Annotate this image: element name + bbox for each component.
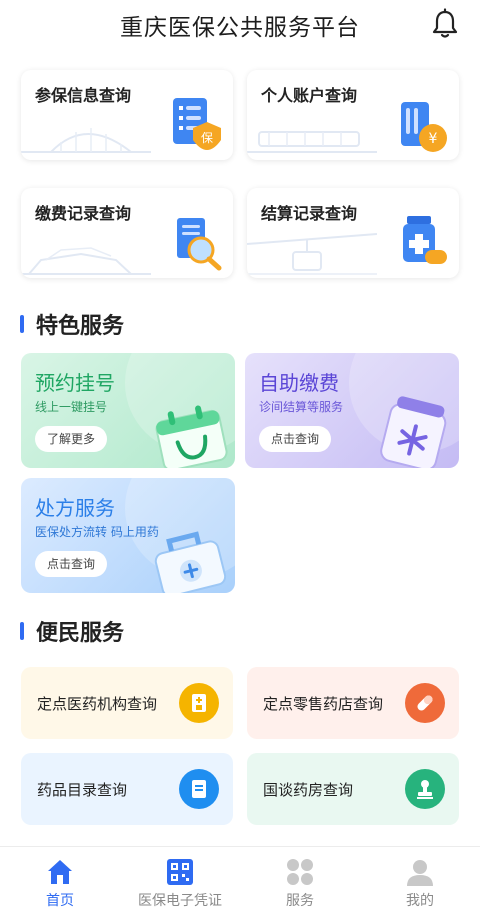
nav-label: 医保电子凭证 [138, 893, 222, 909]
medicine-bottle-icon [403, 216, 447, 264]
bell-icon[interactable] [432, 8, 458, 40]
section-accent-bar [20, 315, 24, 333]
card-title: 处方服务 [35, 496, 115, 520]
card-subtitle: 诊间结算等服务 [259, 400, 344, 414]
nav-home[interactable]: 首页 [0, 857, 120, 910]
qr-code-icon [167, 859, 193, 885]
self-payment-card[interactable]: 自助缴费 诊间结算等服务 点击查询 [245, 353, 459, 468]
medical-institution-query-card[interactable]: 定点医药机构查询 [21, 667, 233, 739]
insured-info-icon: 保 [173, 98, 221, 150]
calendar-stethoscope-icon [155, 405, 228, 468]
payment-record-search-icon [177, 218, 222, 271]
cablecar-decoration [247, 233, 377, 275]
settlement-record-query-card[interactable]: 结算记录查询 [247, 188, 459, 278]
bottom-nav: 首页 医保电子凭证 服务 我的 [0, 846, 480, 921]
catalog-list-icon [179, 769, 219, 809]
card-title: 自助缴费 [259, 371, 339, 395]
card-label: 个人账户查询 [261, 86, 358, 105]
stamp-icon [405, 769, 445, 809]
page-title: 重庆医保公共服务平台 [120, 15, 360, 41]
home-icon [48, 860, 72, 884]
card-subtitle: 线上一键挂号 [35, 400, 108, 414]
card-label: 定点零售药店查询 [263, 695, 384, 713]
nav-e-voucher[interactable]: 医保电子凭证 [120, 857, 240, 910]
drug-catalog-query-card[interactable]: 药品目录查询 [21, 753, 233, 825]
personal-account-query-card[interactable]: 个人账户查询 ¥ [247, 70, 459, 160]
negotiated-pharmacy-query-card[interactable]: 国谈药房查询 [247, 753, 459, 825]
featured-section-title: 特色服务 [36, 314, 125, 339]
header: 重庆医保公共服务平台 [0, 0, 480, 50]
pharmacy-institution-icon [179, 683, 219, 723]
nav-label: 服务 [286, 893, 314, 909]
insured-info-query-card[interactable]: 参保信息查询 保 [21, 70, 233, 160]
profile-icon [407, 860, 433, 886]
svg-text:¥: ¥ [429, 131, 438, 147]
pill-icon [405, 683, 445, 723]
card-label: 结算记录查询 [261, 204, 358, 223]
card-title: 预约挂号 [35, 371, 115, 395]
svg-text:保: 保 [201, 131, 213, 145]
prescription-card[interactable]: 处方服务 医保处方流转 码上用药 点击查询 [21, 478, 235, 593]
nav-label: 首页 [46, 893, 74, 909]
card-label: 药品目录查询 [37, 781, 128, 799]
retail-pharmacy-query-card[interactable]: 定点零售药店查询 [247, 667, 459, 739]
payment-jar-icon [380, 396, 447, 468]
nav-services[interactable]: 服务 [240, 857, 360, 910]
medical-kit-icon [154, 531, 227, 593]
services-grid-icon [287, 859, 313, 885]
appointment-card[interactable]: 预约挂号 线上一键挂号 了解更多 [21, 353, 235, 468]
card-label: 国谈药房查询 [263, 781, 354, 799]
query-button[interactable]: 点击查询 [259, 426, 332, 452]
train-decoration [247, 131, 377, 153]
card-label: 缴费记录查询 [35, 204, 132, 223]
query-button[interactable]: 点击查询 [35, 551, 108, 577]
card-label: 定点医药机构查询 [37, 695, 158, 713]
account-card-icon: ¥ [401, 102, 447, 152]
buildings-decoration [21, 247, 151, 275]
card-label: 参保信息查询 [35, 86, 132, 105]
payment-record-query-card[interactable]: 缴费记录查询 [21, 188, 233, 278]
section-accent-bar [20, 622, 24, 640]
nav-label: 我的 [406, 893, 434, 909]
convenience-section-title: 便民服务 [36, 621, 125, 646]
learn-more-button[interactable]: 了解更多 [35, 426, 108, 452]
bridge-decoration [21, 128, 151, 153]
nav-profile[interactable]: 我的 [360, 857, 480, 910]
